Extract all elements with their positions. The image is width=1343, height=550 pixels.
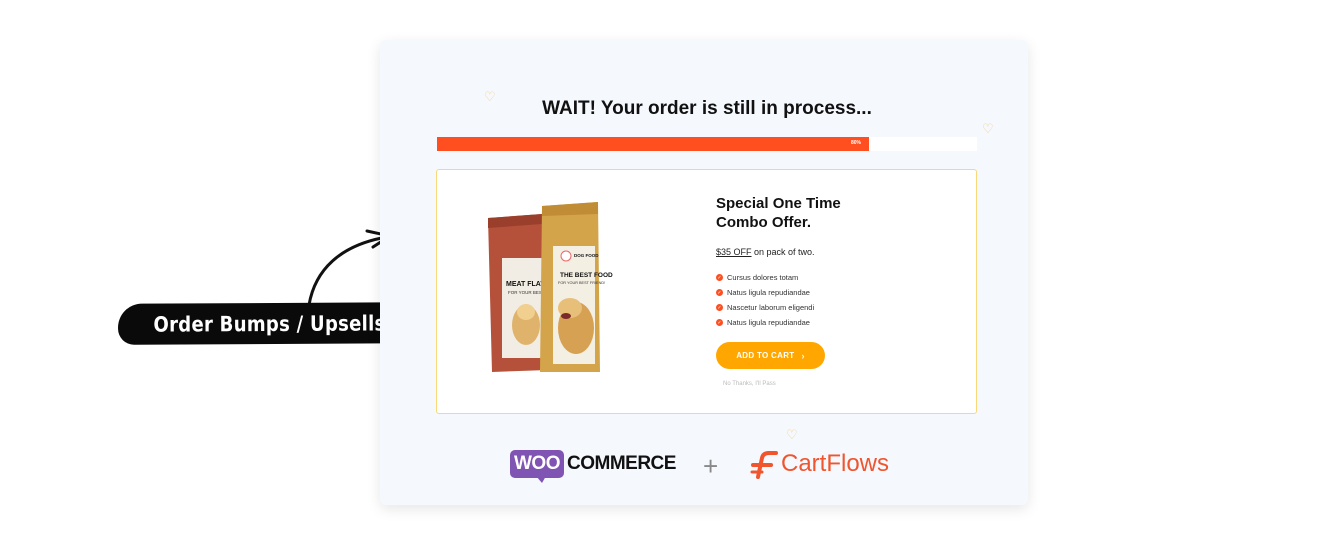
woo-badge: WOO — [510, 450, 564, 478]
feature-text: Natus ligula repudiandae — [727, 288, 810, 297]
decline-link[interactable]: No Thanks, I'll Pass — [723, 381, 776, 387]
front-bag-text: THE BEST FOOD — [560, 272, 613, 279]
discount-suffix: on pack of two. — [751, 247, 815, 257]
list-item: ✓ Cursus dolores totam — [716, 270, 814, 285]
feature-text: Cursus dolores totam — [727, 273, 799, 282]
check-icon: ✓ — [716, 319, 723, 326]
woo-text: COMMERCE — [567, 453, 676, 474]
annotation-label-text: Order Bumps / Upsells — [153, 310, 386, 337]
upsell-page-card: ♡ ♡ ♡ WAIT! Your order is still in proce… — [380, 40, 1028, 505]
logo-strip: WOO COMMERCE + CartFlows — [380, 450, 1028, 490]
progress-label: 80% — [851, 140, 862, 146]
front-bag-subtext: FOR YOUR BEST FRIEND! — [558, 281, 605, 285]
add-to-cart-button[interactable]: ADD TO CART › — [716, 342, 825, 369]
check-icon: ✓ — [716, 304, 723, 311]
feature-list: ✓ Cursus dolores totam ✓ Natus ligula repu… — [716, 270, 814, 330]
progress-fill — [437, 137, 869, 151]
list-item: ✓ Natus ligula repudiandae — [716, 315, 814, 330]
woo-badge-tail — [536, 476, 546, 483]
chevron-right-icon: › — [801, 350, 805, 361]
back-bag-subtext: FOR YOUR BEST — [508, 290, 545, 295]
list-item: ✓ Nascetur laborum eligendi — [716, 300, 814, 315]
heart-icon: ♡ — [982, 121, 994, 136]
product-image: MEAT FLAVO FOR YOUR BEST DOG FOOD THE BE… — [488, 202, 613, 372]
page-title: WAIT! Your order is still in process... — [542, 98, 872, 119]
offer-title-line2: Combo Offer. — [716, 214, 812, 231]
progress-bar: 80% — [437, 137, 977, 151]
offer-discount: $35 OFF on pack of two. — [716, 247, 815, 257]
offer-title: Special One Time Combo Offer. — [716, 194, 916, 232]
annotation-label: Order Bumps / Upsells — [117, 302, 422, 345]
feature-text: Nascetur laborum eligendi — [727, 303, 815, 312]
cartflows-text: CartFlows — [781, 450, 890, 477]
cartflows-logo-icon — [750, 451, 778, 479]
discount-amount: $35 OFF — [716, 247, 752, 257]
add-to-cart-label: ADD TO CART — [736, 351, 795, 360]
check-icon: ✓ — [716, 289, 723, 296]
check-icon: ✓ — [716, 274, 723, 281]
offer-box: MEAT FLAVO FOR YOUR BEST DOG FOOD THE BE… — [436, 169, 977, 414]
offer-title-line1: Special One Time — [716, 195, 841, 212]
heart-icon: ♡ — [786, 427, 798, 442]
plus-sign: + — [703, 451, 719, 481]
list-item: ✓ Natus ligula repudiandae — [716, 285, 814, 300]
feature-text: Natus ligula repudiandae — [727, 318, 810, 327]
front-bag-brand: DOG FOOD — [574, 253, 599, 258]
